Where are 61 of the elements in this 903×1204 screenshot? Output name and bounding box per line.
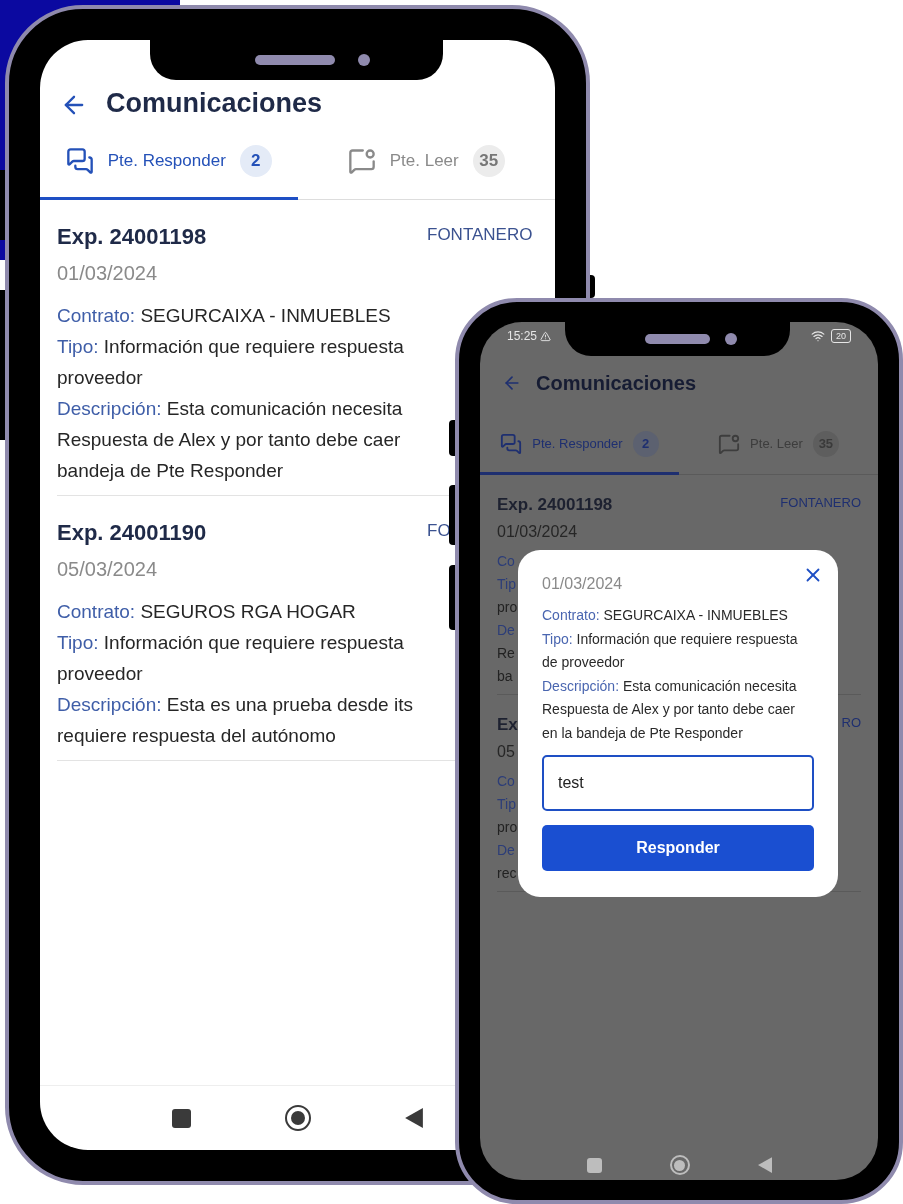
count-badge: 2: [632, 430, 659, 457]
category-label: RO: [841, 714, 861, 732]
date-text: 05: [497, 742, 515, 762]
page-title: Comunicaciones: [106, 86, 323, 120]
chat-bubble-dot-icon: [718, 432, 741, 455]
category-label: FONTANERO: [780, 494, 861, 512]
tab-label: Pte. Leer: [389, 150, 459, 173]
detail-line: requiere respuesta del autónomo: [57, 724, 336, 748]
detail-line: Descripción: Esta es una prueba desde its: [57, 693, 413, 717]
detail-line: rec: [497, 864, 517, 883]
status-time: 15:25: [507, 328, 538, 345]
reply-field[interactable]: test: [542, 755, 814, 811]
detail-line: ba: [497, 667, 513, 686]
date-text: 01/03/2024: [57, 261, 158, 286]
date-text: 01/03/2024: [542, 574, 624, 594]
chat-bubbles-icon: [65, 147, 94, 175]
recent-apps-icon[interactable]: [172, 1108, 191, 1128]
detail-line: Tipo: Información que requiere respuesta: [57, 335, 404, 359]
detail-line: Co: [497, 772, 515, 791]
detail-text: Contrato: SEGURCAIXA - INMUEBLES: [542, 606, 789, 625]
back-icon[interactable]: [405, 1108, 423, 1128]
warning-icon: [540, 330, 552, 342]
case-number: Exp. 24001190: [57, 519, 207, 547]
case-number: Exp. 24001198: [57, 223, 207, 251]
detail-line: Descripción: Esta comunicación necesita: [57, 397, 403, 421]
tab-label: Pte. Responder: [107, 150, 226, 173]
detail-line: Contrato: SEGUROS RGA HOGAR: [57, 600, 356, 624]
count-badge: 35: [472, 145, 505, 177]
detail-text: Tipo: Información que requiere respuesta de proveedor: [542, 629, 799, 672]
detail-text: Descripción: Esta comunicación necesita Respuesta de Alex y por tanto debe caer en la bandeja de Pte Responder: [542, 676, 798, 743]
detail-line: De: [497, 621, 515, 640]
page-title: Comunicaciones: [536, 370, 697, 396]
detail-line: Contrato: SEGURCAIXA - INMUEBLES: [57, 304, 391, 328]
detail-line: Tip: [497, 795, 516, 814]
detail-line: De: [497, 841, 515, 860]
chat-bubble-dot-icon: [347, 147, 376, 175]
wifi-icon: [811, 329, 825, 343]
detail-line: Tipo: Información que requiere respuesta: [57, 631, 404, 655]
detail-line: proveedor: [57, 366, 143, 390]
tab-label: Pte. Responder: [532, 434, 623, 453]
home-icon[interactable]: [285, 1105, 311, 1131]
detail-line: pro: [497, 598, 518, 617]
category-label: FO: [427, 521, 451, 540]
case-number: Exp. 24001198: [497, 494, 613, 516]
detail-line: proveedor: [57, 662, 143, 686]
chat-bubbles-icon: [500, 432, 523, 455]
detail-line: Tip: [497, 575, 516, 594]
tab[interactable]: Pte. Leer 35: [297, 125, 555, 200]
reply-button[interactable]: Responder: [542, 825, 814, 871]
tab[interactable]: Pte. Responder 2: [40, 125, 298, 200]
detail-line: Co: [497, 552, 515, 571]
detail-line: bandeja de Pte Responder: [57, 459, 284, 483]
detail-line: pro: [497, 818, 518, 837]
count-badge: 2: [239, 145, 272, 177]
case-number: Ex: [497, 714, 518, 736]
battery-level: 20: [831, 329, 851, 343]
detail-line: Re: [497, 644, 515, 663]
category-label: FONTANERO: [427, 225, 533, 244]
detail-line: Respuesta de Alex y por tanto debe caer: [57, 428, 401, 452]
date-text: 05/03/2024: [57, 557, 158, 582]
date-text: 01/03/2024: [497, 522, 578, 542]
